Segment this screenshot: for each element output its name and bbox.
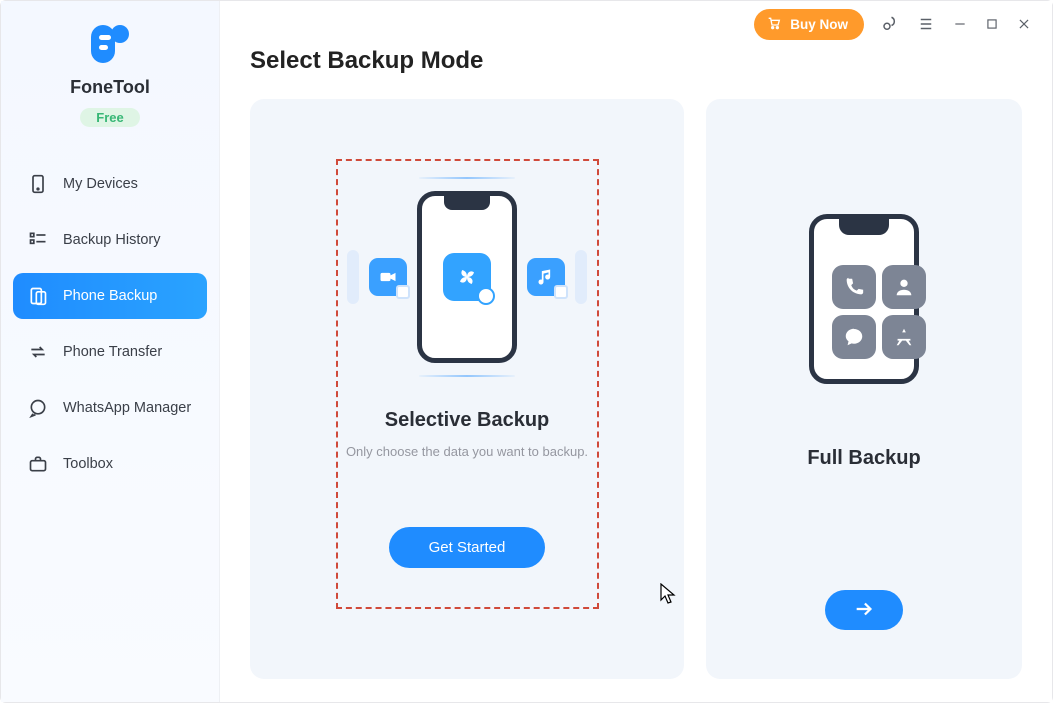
selective-illustration bbox=[347, 177, 587, 377]
fan-icon bbox=[443, 253, 491, 301]
flow-line-bottom bbox=[419, 375, 515, 377]
sidebar: FoneTool Free My Devices Backup History bbox=[1, 1, 220, 702]
sidebar-item-label: Phone Backup bbox=[63, 288, 157, 304]
close-icon[interactable] bbox=[1016, 16, 1032, 32]
selective-subtitle: Only choose the data you want to backup. bbox=[346, 444, 588, 459]
full-title: Full Backup bbox=[807, 447, 920, 470]
page-title: Select Backup Mode bbox=[250, 47, 1022, 75]
toolbox-icon bbox=[27, 453, 49, 475]
sidebar-item-phone-backup[interactable]: Phone Backup bbox=[13, 273, 207, 319]
sidebar-item-phone-transfer[interactable]: Phone Transfer bbox=[13, 329, 207, 375]
pill-left bbox=[347, 250, 359, 304]
sidebar-item-toolbox[interactable]: Toolbox bbox=[13, 441, 207, 487]
sidebar-nav: My Devices Backup History Phone Backup P… bbox=[1, 161, 219, 487]
brand-logo-icon bbox=[89, 23, 131, 65]
music-icon bbox=[527, 258, 565, 296]
sidebar-item-label: Phone Transfer bbox=[63, 344, 162, 360]
phone-app-icon bbox=[832, 265, 876, 309]
app-grid bbox=[832, 265, 926, 359]
transfer-icon bbox=[27, 341, 49, 363]
chat-icon bbox=[27, 397, 49, 419]
sidebar-item-backup-history[interactable]: Backup History bbox=[13, 217, 207, 263]
backup-icon bbox=[27, 285, 49, 307]
card-selective-backup[interactable]: Selective Backup Only choose the data yo… bbox=[250, 99, 684, 679]
brand-block: FoneTool Free bbox=[70, 23, 150, 127]
buy-now-button[interactable]: Buy Now bbox=[754, 9, 864, 40]
sidebar-item-label: WhatsApp Manager bbox=[63, 400, 191, 416]
appstore-app-icon bbox=[882, 315, 926, 359]
phone-outline-full bbox=[809, 214, 919, 384]
device-icon bbox=[27, 173, 49, 195]
list-icon bbox=[27, 229, 49, 251]
menu-icon[interactable] bbox=[916, 14, 936, 34]
cart-icon bbox=[766, 15, 782, 34]
buy-now-label: Buy Now bbox=[790, 17, 848, 32]
sidebar-item-label: Toolbox bbox=[63, 456, 113, 472]
sidebar-item-label: Backup History bbox=[63, 232, 161, 248]
message-app-icon bbox=[832, 315, 876, 359]
sidebar-item-label: My Devices bbox=[63, 176, 138, 192]
link-icon[interactable] bbox=[880, 14, 900, 34]
flow-line-top bbox=[419, 177, 515, 179]
sidebar-item-my-devices[interactable]: My Devices bbox=[13, 161, 207, 207]
selective-title: Selective Backup bbox=[385, 409, 550, 432]
app-window: FoneTool Free My Devices Backup History bbox=[0, 0, 1053, 703]
brand-name: FoneTool bbox=[70, 77, 150, 98]
cards-row: Selective Backup Only choose the data yo… bbox=[250, 99, 1022, 679]
contact-app-icon bbox=[882, 265, 926, 309]
main-area: Buy Now Select Backup Mode bbox=[220, 1, 1052, 702]
get-started-button[interactable]: Get Started bbox=[389, 527, 546, 568]
phone-outline bbox=[417, 191, 517, 363]
minimize-icon[interactable] bbox=[952, 16, 968, 32]
pill-right bbox=[575, 250, 587, 304]
titlebar: Buy Now bbox=[754, 1, 1052, 47]
sidebar-item-whatsapp-manager[interactable]: WhatsApp Manager bbox=[13, 385, 207, 431]
video-icon bbox=[369, 258, 407, 296]
full-illustration bbox=[809, 199, 919, 399]
arrow-right-icon bbox=[853, 598, 875, 623]
maximize-icon[interactable] bbox=[984, 16, 1000, 32]
free-badge: Free bbox=[80, 108, 139, 127]
content: Select Backup Mode bbox=[220, 1, 1052, 697]
card-full-backup[interactable]: Full Backup bbox=[706, 99, 1022, 679]
full-backup-arrow-button[interactable] bbox=[825, 590, 903, 630]
